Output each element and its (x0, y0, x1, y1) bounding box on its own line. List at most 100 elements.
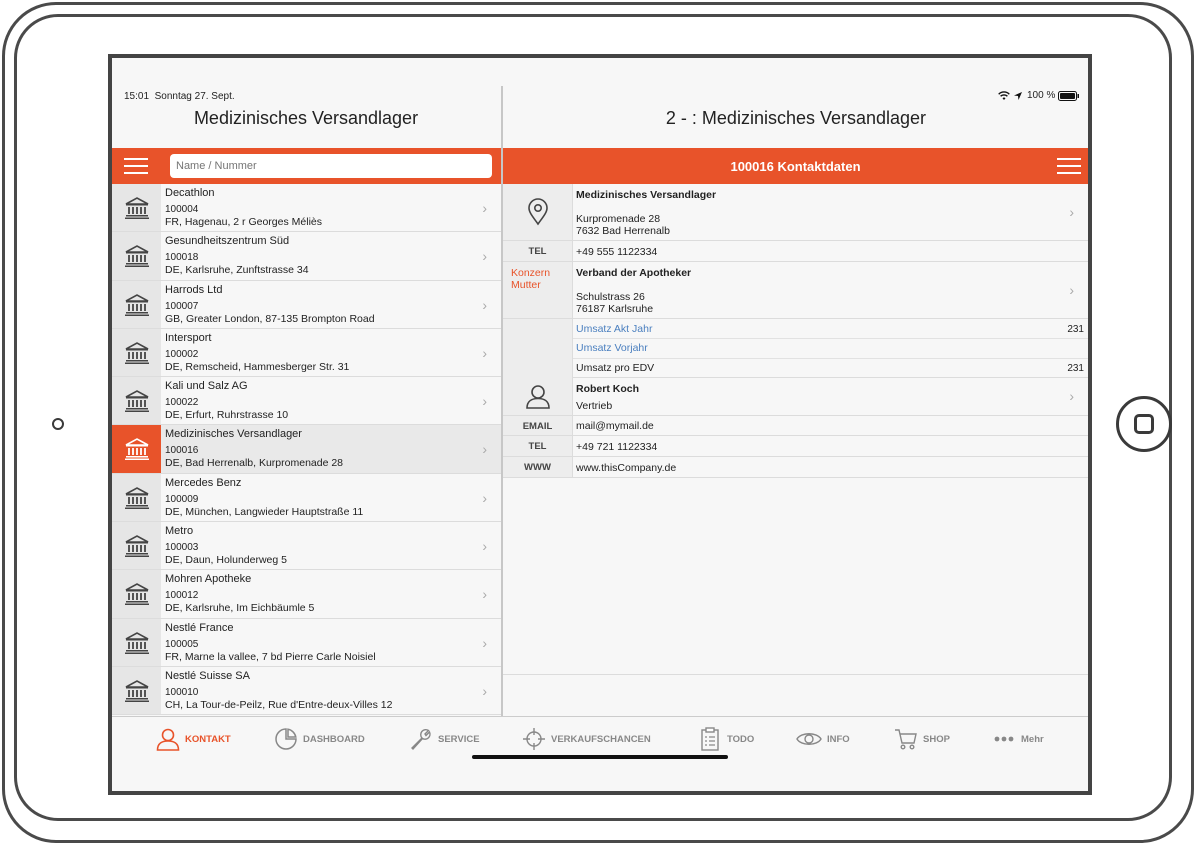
person-row[interactable]: Robert Koch Vertrieb › (503, 378, 1088, 416)
umsatz-block: Umsatz Akt Jahr 231 Umsatz Vorjahr Umsat… (503, 319, 1088, 378)
tab-dashboard[interactable]: DASHBOARD (274, 727, 365, 751)
person-cell (503, 378, 573, 415)
umsatz-akt-link[interactable]: Umsatz Akt Jahr (576, 323, 652, 335)
www-value[interactable]: www.thisCompany.de (576, 462, 676, 474)
list-item[interactable]: Kali und Salz AG 100022 DE, Erfurt, Ruhrst… (112, 377, 501, 426)
icon-cell (112, 666, 161, 715)
tab-kontakt[interactable]: KONTAKT (156, 727, 231, 751)
parent-city: 76187 Karlsruhe (576, 303, 654, 315)
icon-cell (112, 473, 161, 522)
tab-todo[interactable]: TODO (698, 727, 754, 751)
list-item-address: DE, Karlsruhe, Zunftstrasse 34 (165, 264, 309, 277)
list-item[interactable]: Mohren Apotheke 100012 DE, Karlsruhe, Im E… (112, 570, 501, 619)
list-item-number: 100012 (165, 590, 199, 602)
chevron-right-icon: › (1069, 388, 1074, 404)
chevron-right-icon: › (482, 489, 487, 506)
bank-icon (125, 438, 149, 461)
person-icon (156, 728, 180, 751)
list-item[interactable]: Decathlon 100004 FR, Hagenau, 2 r Georges … (112, 184, 501, 233)
chevron-right-icon: › (1069, 282, 1074, 298)
bank-icon (125, 341, 149, 364)
menu-icon[interactable] (124, 158, 148, 174)
home-button[interactable] (1116, 396, 1172, 452)
list-item-number: 100002 (165, 348, 199, 360)
list-item-name: Kali und Salz AG (165, 380, 248, 393)
parent-row[interactable]: Konzern Mutter Verband der Apotheker Sch… (503, 262, 1088, 319)
right-title: 2 - : Medizinisches Versandlager (665, 108, 927, 128)
konzern-label: Konzern Mutter (503, 262, 573, 318)
tab-mehr[interactable]: Mehr (994, 727, 1044, 751)
company-row[interactable]: Medizinisches Versandlager Kurpromenade … (503, 184, 1088, 241)
list-item[interactable]: Nestlé Suisse SA 100010 CH, La Tour-de-Pei… (112, 666, 501, 716)
list-item-address: DE, Bad Herrenalb, Kurpromenade 28 (165, 457, 344, 470)
detail-panel: Medizinisches Versandlager Kurpromenade … (503, 184, 1088, 478)
icon-cell (112, 425, 161, 473)
list-item-address: FR, Marne la vallee, 7 bd Pierre Carle N… (165, 650, 376, 663)
list-item-name: Metro (165, 525, 194, 538)
person-icon (526, 385, 550, 409)
bank-icon (125, 293, 149, 316)
chevron-right-icon: › (482, 296, 487, 313)
list-item-name: Mercedes Benz (165, 476, 242, 489)
contact-list: Decathlon 100004 FR, Hagenau, 2 r Georges … (112, 184, 501, 716)
icon-cell (112, 522, 161, 570)
email-row[interactable]: EMAIL mail@mymail.de (503, 416, 1088, 436)
tel2-row[interactable]: TEL +49 721 1122334 (503, 436, 1088, 457)
www-label: WWW (503, 457, 573, 477)
list-item[interactable]: Intersport 100002 DE, Remscheid, Hammesber… (112, 328, 501, 378)
search-input[interactable] (170, 154, 492, 178)
list-item[interactable]: Metro 100003 DE, Daun, Holunderweg 5 › (112, 522, 501, 571)
location-pin-icon (528, 198, 548, 226)
list-item[interactable]: Gesundheitszentrum Süd 100018 DE, Karlsruh… (112, 232, 501, 281)
wrench-icon (411, 728, 431, 751)
chevron-right-icon: › (482, 634, 487, 651)
list-item[interactable]: Harrods Ltd 100007 GB, Greater London, 87-… (112, 280, 501, 329)
email-value[interactable]: mail@mymail.de (576, 420, 654, 432)
tel-row[interactable]: TEL +49 555 1122334 (503, 241, 1088, 262)
list-item-address: GB, Greater London, 87-135 Brompton Road (165, 312, 375, 325)
chevron-right-icon: › (482, 682, 487, 699)
list-item-name: Nestlé France (165, 621, 234, 634)
battery-icon (1058, 90, 1080, 101)
chevron-right-icon: › (482, 393, 487, 410)
battery-text: 100 % (1027, 90, 1056, 101)
list-item-number: 100004 (165, 204, 199, 215)
status-right: 100 % (998, 90, 1080, 101)
tab-shop[interactable]: SHOP (894, 727, 950, 751)
parent-name: Verband der Apotheker (576, 267, 692, 279)
left-toolbar (112, 148, 501, 184)
www-row[interactable]: WWW www.thisCompany.de (503, 457, 1088, 478)
icon-cell (112, 232, 161, 280)
list-item-name: Gesundheitszentrum Süd (165, 235, 290, 248)
list-item[interactable]: Mercedes Benz 100009 DE, München, Langwied… (112, 473, 501, 523)
left-title: Medizinisches Versandlager (193, 108, 419, 128)
list-item-address: DE, München, Langwieder Hauptstraße 11 (165, 505, 364, 518)
chevron-right-icon: › (482, 200, 487, 216)
chevron-right-icon: › (1069, 204, 1074, 220)
list-item[interactable]: Medizinisches Versandlager 100016 DE, Bad … (112, 425, 501, 474)
umsatz-akt-value: 231 (1067, 324, 1084, 335)
list-item-name: Intersport (165, 331, 212, 344)
clipboard-icon (701, 727, 719, 751)
tab-info[interactable]: INFO (796, 727, 850, 751)
detail-menu-icon[interactable] (1057, 158, 1081, 174)
tab-verkaufschancen[interactable]: VERKAUFSCHANCEN (522, 727, 651, 751)
list-item-address: DE, Karlsruhe, Im Eichbäumle 5 (165, 602, 315, 615)
bank-icon (125, 535, 149, 558)
list-item-address: DE, Erfurt, Ruhrstrasse 10 (165, 409, 289, 422)
tab-service[interactable]: SERVICE (409, 727, 480, 751)
tel2-value[interactable]: +49 721 1122334 (576, 441, 657, 453)
list-item-number: 100010 (165, 686, 199, 698)
umsatz-vorjahr-link[interactable]: Umsatz Vorjahr (576, 342, 648, 354)
bank-icon (125, 197, 149, 219)
list-item-number: 100009 (165, 493, 199, 505)
tel-value[interactable]: +49 555 1122334 (576, 246, 657, 258)
bank-icon (125, 390, 149, 413)
tel2-label: TEL (503, 436, 573, 456)
list-item[interactable]: Nestlé France 100005 FR, Marne la vallee, … (112, 618, 501, 667)
email-label: EMAIL (503, 416, 573, 435)
list-item-name: Nestlé Suisse SA (165, 669, 250, 682)
icon-cell (112, 618, 161, 666)
bank-icon (125, 583, 149, 606)
company-street: Kurpromenade 28 (576, 213, 661, 225)
